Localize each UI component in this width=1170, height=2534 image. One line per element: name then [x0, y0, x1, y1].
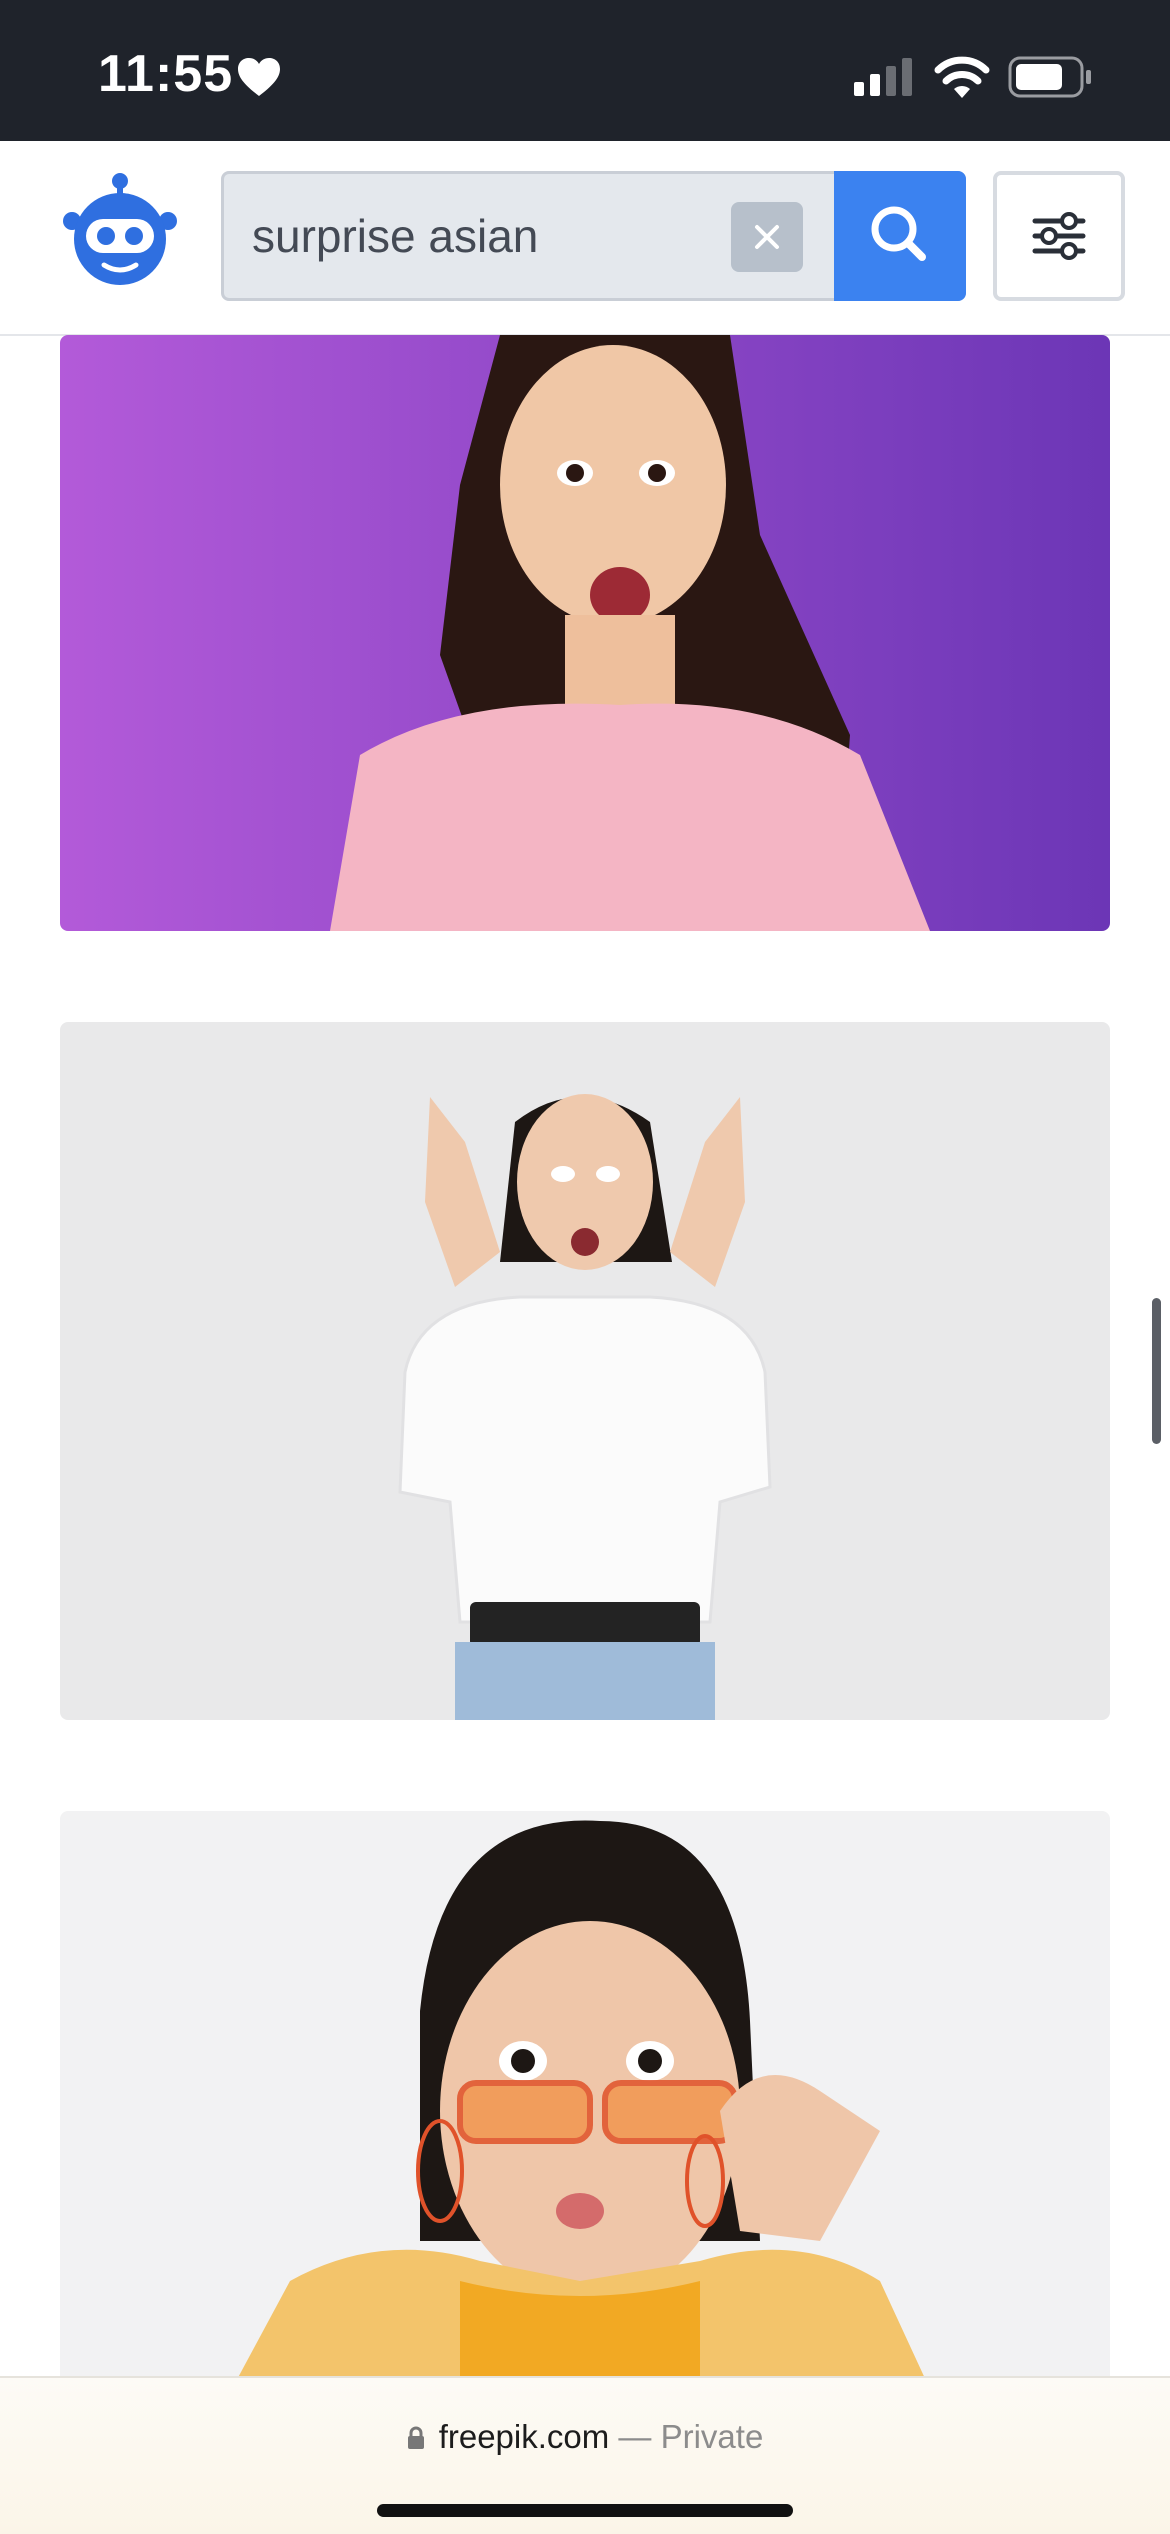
url-row[interactable]: freepik.com — Private [0, 2418, 1170, 2456]
search-result-image[interactable] [60, 1811, 1110, 2411]
heart-icon [238, 58, 280, 96]
search-result-image[interactable] [60, 1022, 1110, 1720]
battery-icon [1008, 56, 1091, 98]
search-input[interactable] [252, 174, 732, 298]
close-icon [755, 225, 779, 249]
app-header [0, 141, 1170, 336]
cellular-signal-icon [854, 58, 912, 96]
scrollbar[interactable] [1152, 1298, 1161, 1444]
home-indicator[interactable] [377, 2504, 793, 2517]
status-time: 11:55 [98, 45, 234, 103]
search-icon [871, 206, 926, 261]
lock-icon [407, 2426, 424, 2449]
browser-address-bar[interactable]: freepik.com — Private [0, 2376, 1170, 2534]
photo-surprised-woman-orange-sunglasses [60, 1811, 1110, 2411]
url-domain: freepik.com [438, 2418, 610, 2455]
search-result-image[interactable] [60, 335, 1110, 931]
clear-search-button[interactable] [731, 202, 803, 272]
freepik-robot-logo[interactable] [58, 169, 182, 293]
sliders-icon [1032, 212, 1086, 260]
wifi-icon [934, 56, 990, 98]
browsing-mode: Private [660, 2418, 764, 2455]
filter-button[interactable] [993, 171, 1125, 301]
search-button[interactable] [834, 171, 966, 301]
status-bar: 11:55 [0, 0, 1170, 141]
photo-shocked-woman-white-shirt [60, 1022, 1110, 1720]
photo-surprised-woman-pink-shirt [60, 335, 1110, 931]
url-separator: — [618, 2418, 652, 2455]
